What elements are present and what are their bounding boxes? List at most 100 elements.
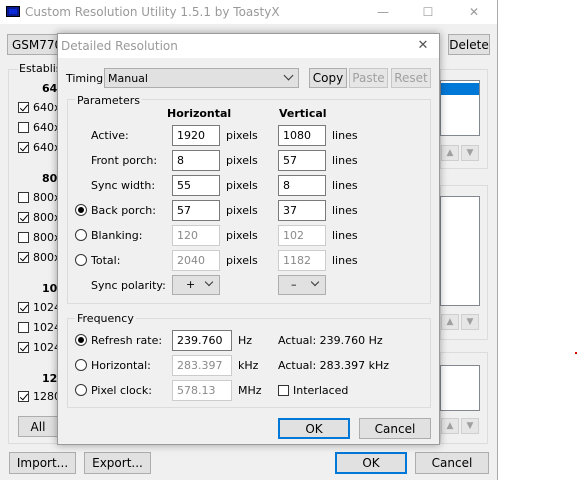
- resolution-checkbox[interactable]: [18, 391, 29, 402]
- v-polarity-value: –: [291, 278, 297, 291]
- paste-button[interactable]: Paste: [349, 68, 388, 88]
- blanking-label: Blanking:: [91, 229, 143, 242]
- list-item[interactable]: 640x: [18, 121, 61, 135]
- resolution-checkbox[interactable]: [18, 232, 29, 243]
- v-polarity-select[interactable]: –: [278, 275, 326, 295]
- move-down-icon[interactable]: ▼: [461, 145, 479, 161]
- import-button[interactable]: Import...: [9, 452, 76, 474]
- move-up-icon[interactable]: ▲: [441, 145, 459, 161]
- blanking-radio[interactable]: [75, 229, 87, 241]
- v-back-porch-input[interactable]: 37: [278, 200, 326, 221]
- select-all-button[interactable]: All: [18, 416, 58, 437]
- selected-list-row[interactable]: [441, 83, 479, 95]
- app-icon: [6, 6, 20, 17]
- detailed-resolutions-list[interactable]: [440, 80, 480, 136]
- v-total-input[interactable]: 1182: [278, 250, 326, 271]
- v-unit: lines: [332, 179, 358, 192]
- horizontal-freq-input[interactable]: 283.397: [172, 355, 232, 376]
- v-active-input[interactable]: 1080: [278, 125, 326, 146]
- resolution-checkbox[interactable]: [18, 302, 29, 313]
- refresh-rate-input[interactable]: 239.760: [172, 330, 232, 351]
- move-up-icon[interactable]: ▲: [441, 418, 459, 434]
- standard-resolutions-list[interactable]: [440, 196, 480, 306]
- move-up-icon[interactable]: ▲: [441, 314, 459, 330]
- resolution-checkbox[interactable]: [18, 192, 29, 203]
- main-title-bar: Custom Resolution Utility 1.5.1 by Toast…: [0, 0, 497, 24]
- total-label: Total:: [91, 254, 121, 267]
- resolution-checkbox[interactable]: [18, 122, 29, 133]
- total-radio[interactable]: [75, 254, 87, 266]
- pixel-clock-radio[interactable]: [75, 384, 87, 396]
- pixel-clock-input[interactable]: 578.13: [172, 380, 232, 401]
- v-sync-width-input[interactable]: 8: [278, 175, 326, 196]
- timing-select-value: Manual: [108, 72, 148, 85]
- h-front-porch-input[interactable]: 8: [172, 150, 220, 171]
- timing-label: Timing:: [66, 72, 107, 85]
- list-item[interactable]: 640x: [18, 141, 61, 155]
- refresh-rate-label: Refresh rate:: [91, 334, 163, 347]
- pixel-clock-unit: MHz: [238, 384, 262, 397]
- list-item[interactable]: 1024: [18, 341, 61, 355]
- main-cancel-button[interactable]: Cancel: [415, 452, 489, 474]
- horizontal-freq-radio[interactable]: [75, 359, 87, 371]
- list-item[interactable]: 640x: [18, 101, 61, 115]
- list-item[interactable]: 800x: [18, 211, 61, 225]
- resolution-checkbox[interactable]: [18, 102, 29, 113]
- export-button[interactable]: Export...: [84, 452, 151, 474]
- close-icon[interactable]: ✕: [451, 0, 497, 24]
- reset-button[interactable]: Reset: [391, 68, 431, 88]
- h-unit: pixels: [226, 129, 258, 142]
- v-unit: lines: [332, 204, 358, 217]
- resolution-checkbox[interactable]: [18, 322, 29, 333]
- refresh-rate-actual: Actual: 239.760 Hz: [278, 334, 383, 347]
- dialog-ok-button[interactable]: OK: [278, 418, 350, 439]
- copy-button[interactable]: Copy: [309, 68, 347, 88]
- back-porch-label: Back porch:: [91, 204, 156, 217]
- sync-width-label: Sync width:: [91, 179, 156, 192]
- move-down-icon[interactable]: ▼: [461, 314, 479, 330]
- refresh-rate-unit: Hz: [238, 334, 253, 347]
- extension-blocks-list[interactable]: [440, 365, 480, 411]
- h-unit: pixels: [226, 229, 258, 242]
- timing-select[interactable]: Manual: [104, 68, 299, 88]
- v-blanking-input[interactable]: 102: [278, 225, 326, 246]
- minimize-icon[interactable]: —: [360, 0, 406, 24]
- resolution-checkbox[interactable]: [18, 142, 29, 153]
- list-item[interactable]: 1024: [18, 321, 61, 335]
- pixel-clock-label: Pixel clock:: [91, 384, 152, 397]
- horizontal-header: Horizontal: [167, 107, 232, 120]
- v-unit: lines: [332, 154, 358, 167]
- h-total-input[interactable]: 2040: [172, 250, 220, 271]
- dialog-close-icon[interactable]: ✕: [411, 37, 435, 55]
- h-blanking-input[interactable]: 120: [172, 225, 220, 246]
- dialog-cancel-button[interactable]: Cancel: [359, 418, 431, 439]
- horizontal-freq-actual: Actual: 283.397 kHz: [278, 359, 390, 372]
- list-item[interactable]: 800x: [18, 231, 61, 245]
- main-ok-button[interactable]: OK: [335, 452, 407, 474]
- chevron-down-icon: [310, 277, 320, 287]
- chevron-down-icon: [283, 70, 294, 81]
- list-item[interactable]: 1024: [18, 301, 61, 315]
- detailed-resolution-dialog: Detailed Resolution ✕ Timing: Manual Cop…: [57, 33, 440, 445]
- list-item[interactable]: 800x: [18, 251, 61, 265]
- resolution-checkbox[interactable]: [18, 212, 29, 223]
- delete-button[interactable]: Delete: [448, 34, 490, 55]
- maximize-icon[interactable]: ☐: [405, 0, 451, 24]
- h-back-porch-input[interactable]: 57: [172, 200, 220, 221]
- resolution-checkbox[interactable]: [18, 252, 29, 263]
- h-polarity-value: +: [186, 278, 196, 291]
- resolution-checkbox[interactable]: [18, 342, 29, 353]
- list-item[interactable]: 1280: [18, 390, 61, 404]
- h-active-input[interactable]: 1920: [172, 125, 220, 146]
- h-unit: pixels: [226, 179, 258, 192]
- list-item[interactable]: 800x: [18, 191, 61, 205]
- h-unit: pixels: [226, 254, 258, 267]
- interlaced-checkbox[interactable]: [278, 385, 289, 396]
- v-front-porch-input[interactable]: 57: [278, 150, 326, 171]
- h-sync-width-input[interactable]: 55: [172, 175, 220, 196]
- refresh-rate-radio[interactable]: [75, 334, 87, 346]
- h-unit: pixels: [226, 154, 258, 167]
- h-polarity-select[interactable]: +: [172, 275, 220, 295]
- move-down-icon[interactable]: ▼: [461, 418, 479, 434]
- back-porch-radio[interactable]: [75, 204, 87, 216]
